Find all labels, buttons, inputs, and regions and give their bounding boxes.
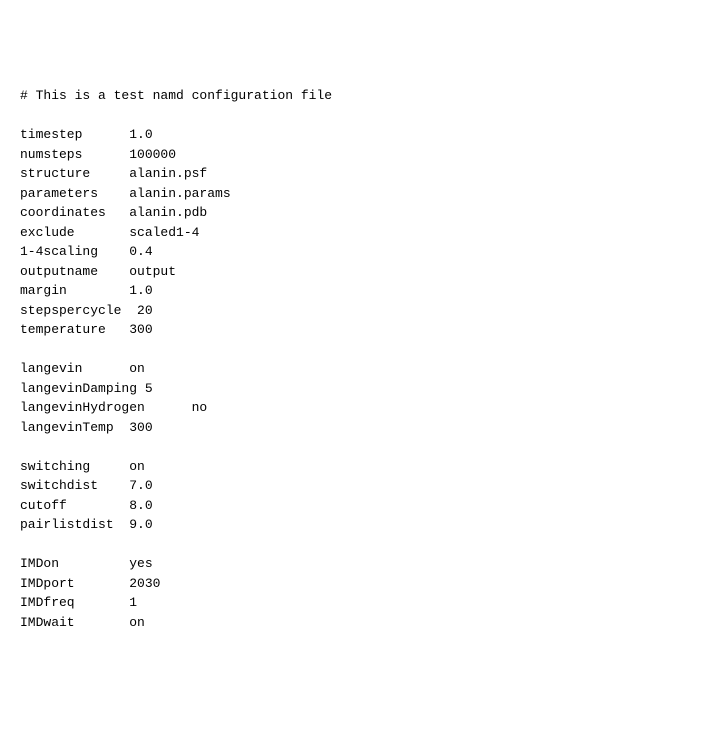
config-line-cutoff: cutoff 8.0 bbox=[20, 496, 700, 516]
config-line-langevinTemp: langevinTemp 300 bbox=[20, 418, 700, 438]
config-line-langevinHydrogen: langevinHydrogen no bbox=[20, 398, 700, 418]
config-line-stepspercycle: stepspercycle 20 bbox=[20, 301, 700, 321]
config-line-temperature: temperature 300 bbox=[20, 320, 700, 340]
blank-line bbox=[20, 535, 700, 555]
config-line-IMDon: IMDon yes bbox=[20, 554, 700, 574]
config-line-numsteps: numsteps 100000 bbox=[20, 145, 700, 165]
config-line-outputname: outputname output bbox=[20, 262, 700, 282]
config-line-switching: switching on bbox=[20, 457, 700, 477]
config-line-IMDwait: IMDwait on bbox=[20, 613, 700, 633]
config-file: # This is a test namd configuration file… bbox=[20, 86, 700, 632]
config-line-structure: structure alanin.psf bbox=[20, 164, 700, 184]
config-line-IMDport: IMDport 2030 bbox=[20, 574, 700, 594]
config-line-IMDfreq: IMDfreq 1 bbox=[20, 593, 700, 613]
config-line-switchdist: switchdist 7.0 bbox=[20, 476, 700, 496]
config-line-pairlistdist: pairlistdist 9.0 bbox=[20, 515, 700, 535]
config-line-timestep: timestep 1.0 bbox=[20, 125, 700, 145]
config-line-1-4scaling: 1-4scaling 0.4 bbox=[20, 242, 700, 262]
config-line-parameters: parameters alanin.params bbox=[20, 184, 700, 204]
config-line-coordinates: coordinates alanin.pdb bbox=[20, 203, 700, 223]
blank-line bbox=[20, 106, 700, 126]
blank-line bbox=[20, 340, 700, 360]
config-line-langevinDamping: langevinDamping 5 bbox=[20, 379, 700, 399]
config-line-exclude: exclude scaled1-4 bbox=[20, 223, 700, 243]
config-line-langevin: langevin on bbox=[20, 359, 700, 379]
config-comment: # This is a test namd configuration file bbox=[20, 86, 700, 106]
blank-line bbox=[20, 437, 700, 457]
config-line-margin: margin 1.0 bbox=[20, 281, 700, 301]
